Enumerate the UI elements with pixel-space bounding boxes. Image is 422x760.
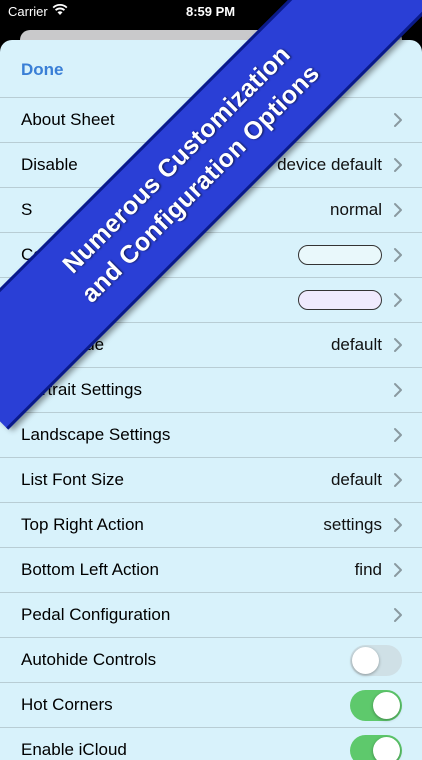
settings-row[interactable]: Landscape Settings	[0, 413, 422, 458]
row-label: Landscape Settings	[21, 425, 171, 444]
row-label: S	[21, 200, 33, 219]
row-value: device default	[277, 155, 382, 174]
row-label: About Sheet	[21, 110, 115, 129]
row-label: Autohide Controls	[21, 650, 157, 669]
toggle-switch[interactable]	[350, 735, 402, 760]
settings-row[interactable]: Top Right Action settings	[0, 503, 422, 548]
settings-row[interactable]: Bottom Left Action find	[0, 548, 422, 593]
color-swatch	[298, 290, 382, 310]
chevron-right-icon	[392, 381, 404, 399]
row-label: Pedal Configuration	[21, 605, 171, 624]
chevron-right-icon	[392, 336, 404, 354]
settings-row[interactable]: Enable iCloud	[0, 728, 422, 760]
settings-row[interactable]: List Font Size default	[0, 458, 422, 503]
toggle-switch[interactable]	[350, 645, 402, 676]
clock: 8:59 PM	[186, 4, 236, 19]
done-button[interactable]: Done	[21, 60, 64, 80]
chevron-right-icon	[392, 201, 404, 219]
row-label: Hot Corners	[21, 695, 113, 714]
row-label: Disable	[21, 155, 78, 174]
row-value: default	[330, 335, 382, 354]
toggle-knob	[352, 647, 379, 674]
chevron-right-icon	[392, 291, 404, 309]
chevron-right-icon	[392, 246, 404, 264]
row-value: normal	[330, 200, 382, 219]
settings-row[interactable]: Portrait Settings	[0, 368, 422, 413]
row-label: List Font Size	[21, 470, 124, 489]
chevron-right-icon	[392, 156, 404, 174]
toggle-switch[interactable]	[350, 690, 402, 721]
wifi-icon	[52, 3, 68, 19]
settings-row[interactable]: Pedal Configuration	[0, 593, 422, 638]
row-label: Enable iCloud	[21, 740, 127, 759]
chevron-right-icon	[392, 111, 404, 129]
row-value: settings	[323, 515, 382, 534]
row-label: Bottom Left Action	[21, 560, 159, 579]
color-swatch	[298, 245, 382, 265]
carrier-label: Carrier	[8, 4, 48, 19]
row-label: Top Right Action	[21, 515, 144, 534]
settings-row[interactable]: Autohide Controls	[0, 638, 422, 683]
toggle-knob	[373, 737, 400, 760]
chevron-right-icon	[392, 606, 404, 624]
toggle-knob	[373, 692, 400, 719]
chevron-right-icon	[392, 471, 404, 489]
chevron-right-icon	[392, 516, 404, 534]
row-value: find	[354, 560, 382, 579]
row-value: default	[330, 470, 382, 489]
chevron-right-icon	[392, 426, 404, 444]
chevron-right-icon	[392, 561, 404, 579]
settings-row[interactable]: Hot Corners	[0, 683, 422, 728]
